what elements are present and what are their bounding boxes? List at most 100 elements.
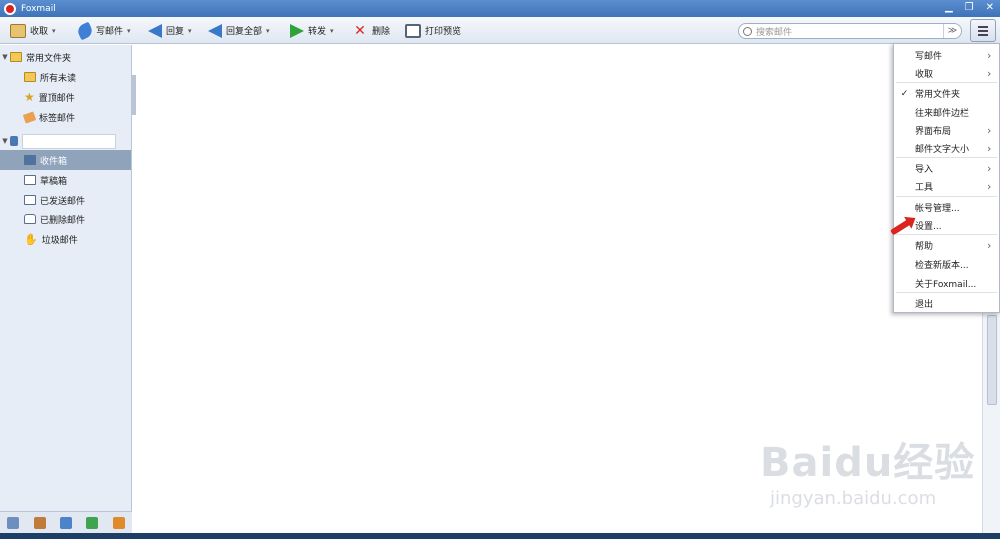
chevron-right-icon: › — [987, 124, 992, 137]
search-options-button[interactable]: ≫ — [943, 24, 961, 38]
print-preview-button[interactable]: 打印预览 — [405, 20, 461, 41]
chevron-down-icon[interactable]: ▾ — [188, 27, 192, 35]
contacts-tab-icon[interactable] — [33, 516, 46, 529]
chevron-down-icon[interactable]: ▾ — [52, 27, 56, 35]
sidebar-item-inbox[interactable]: 收件箱 — [0, 150, 131, 170]
sidebar-item-label: 垃圾邮件 — [41, 235, 78, 246]
sidebar-item-label: 标签邮件 — [39, 113, 76, 124]
sidebar-item-all-unread[interactable]: 所有未读 — [0, 67, 131, 87]
calendar-tab-icon[interactable] — [59, 516, 72, 529]
reply-all-button[interactable]: 回复全部 ▾ — [208, 20, 270, 41]
favorites-folder-group[interactable]: ▼ 常用文件夹 — [0, 47, 131, 67]
baidu-watermark: Baidu经验 jingyan.baidu.com — [760, 430, 975, 509]
chevron-right-icon: › — [987, 162, 992, 175]
junk-icon: ✋ — [24, 232, 38, 246]
menu-item-label: 帐号管理... — [915, 204, 960, 214]
mail-tab-icon[interactable] — [7, 516, 20, 529]
write-button[interactable]: 写邮件 ▾ — [75, 20, 131, 41]
chevron-right-icon: › — [987, 180, 992, 193]
minimize-button[interactable]: ▁ — [945, 2, 953, 13]
sidebar-item-tagged[interactable]: 标签邮件 — [0, 107, 131, 127]
drafts-icon — [24, 175, 36, 185]
restore-button[interactable]: ❐ — [965, 2, 974, 13]
menu-icon-line — [978, 33, 988, 36]
reply-all-arrow-icon — [208, 23, 222, 38]
chevron-down-icon[interactable]: ▾ — [266, 27, 270, 35]
favorites-label: 常用文件夹 — [26, 53, 72, 64]
menu-item-label: 写邮件 — [915, 52, 943, 62]
menu-item[interactable]: 帮助 › — [894, 236, 999, 255]
menu-item[interactable]: 关于Foxmail... — [894, 274, 999, 293]
sidebar-item-label: 已删除邮件 — [40, 215, 86, 226]
close-button[interactable]: ✕ — [986, 2, 994, 13]
search-input[interactable]: 搜索邮件 — [756, 25, 943, 38]
expand-arrow-icon[interactable]: ▼ — [0, 137, 10, 145]
folder-sidebar: ▼ 常用文件夹 所有未读 ★ 置顶邮件 标签邮件 ▼ 收件箱 草稿箱 已发送邮件… — [0, 45, 132, 511]
watermark-sub: jingyan.baidu.com — [770, 488, 937, 509]
search-box[interactable]: 搜索邮件 ≫ — [738, 23, 962, 39]
menu-item[interactable]: 写邮件 › — [894, 46, 999, 65]
chevron-right-icon: › — [987, 239, 992, 252]
forward-arrow-icon — [290, 23, 304, 38]
chevron-right-icon: › — [987, 142, 992, 155]
forward-label: 转发 — [308, 27, 327, 37]
menu-separator — [896, 157, 997, 158]
menu-item[interactable]: 邮件文字大小 › — [894, 139, 999, 158]
menu-separator — [896, 82, 997, 83]
tag-icon — [22, 110, 37, 124]
menu-item[interactable]: 导入 › — [894, 159, 999, 178]
notes-tab-icon[interactable] — [86, 516, 99, 529]
print-preview-label: 打印预览 — [425, 27, 462, 37]
scrollbar-thumb[interactable] — [987, 315, 997, 405]
bottom-tab-bar — [0, 511, 132, 533]
reply-button[interactable]: 回复 ▾ — [148, 20, 192, 41]
menu-item-label: 检查新版本... — [915, 261, 969, 271]
menu-item[interactable]: 往来邮件边栏 — [894, 103, 999, 122]
main-menu-button[interactable] — [970, 19, 996, 42]
chevron-down-icon[interactable]: ▾ — [330, 27, 334, 35]
menu-item-label: 常用文件夹 — [915, 90, 961, 100]
sidebar-item-drafts[interactable]: 草稿箱 — [0, 170, 131, 190]
menu-item[interactable]: 收取 › — [894, 64, 999, 83]
menu-item-label: 导入 — [915, 165, 934, 175]
receive-button[interactable]: 收取 ▾ — [10, 20, 56, 41]
account-group[interactable]: ▼ — [0, 131, 131, 151]
sidebar-item-deleted[interactable]: 已删除邮件 — [0, 209, 131, 229]
menu-item-label: 设置... — [915, 222, 942, 232]
sidebar-item-label: 已发送邮件 — [40, 196, 86, 207]
sidebar-item-label: 置顶邮件 — [38, 93, 75, 104]
menu-item-label: 工具 — [915, 183, 934, 193]
menu-item[interactable]: 检查新版本... — [894, 255, 999, 274]
chevron-right-icon: › — [987, 67, 992, 80]
os-taskbar — [0, 533, 1000, 539]
menu-item[interactable]: 界面布局 › — [894, 121, 999, 140]
sidebar-item-sent[interactable]: 已发送邮件 — [0, 190, 131, 210]
title-bar: Foxmail ▁ ❐ ✕ — [0, 0, 1000, 17]
rss-tab-icon[interactable] — [112, 516, 125, 529]
sidebar-item-pinned[interactable]: ★ 置顶邮件 — [0, 87, 131, 107]
folder-icon — [10, 52, 22, 62]
menu-separator — [896, 292, 997, 293]
reply-arrow-icon — [148, 23, 162, 38]
sidebar-item-junk[interactable]: ✋ 垃圾邮件 — [0, 229, 131, 249]
sidebar-item-label: 收件箱 — [40, 156, 68, 167]
forward-button[interactable]: 转发 ▾ — [290, 20, 334, 41]
delete-x-icon: ✕ — [354, 22, 366, 39]
menu-item[interactable]: 退出 — [894, 294, 999, 313]
account-icon — [10, 136, 18, 146]
chevron-right-icon: › — [987, 49, 992, 62]
menu-separator — [896, 234, 997, 235]
trash-icon — [24, 214, 36, 224]
chevron-down-icon[interactable]: ▾ — [127, 27, 131, 35]
reply-label: 回复 — [166, 27, 185, 37]
delete-button[interactable]: ✕ 删除 — [352, 20, 390, 41]
menu-item[interactable]: ✓ 常用文件夹 — [894, 84, 999, 103]
account-name-field[interactable] — [22, 133, 116, 149]
receive-label: 收取 — [30, 27, 49, 37]
sidebar-scrollbar[interactable] — [132, 75, 136, 115]
menu-item-label: 退出 — [915, 300, 934, 310]
folder-icon — [24, 72, 36, 82]
menu-item[interactable]: 工具 › — [894, 177, 999, 196]
sent-icon — [24, 195, 36, 205]
expand-arrow-icon[interactable]: ▼ — [0, 53, 10, 61]
